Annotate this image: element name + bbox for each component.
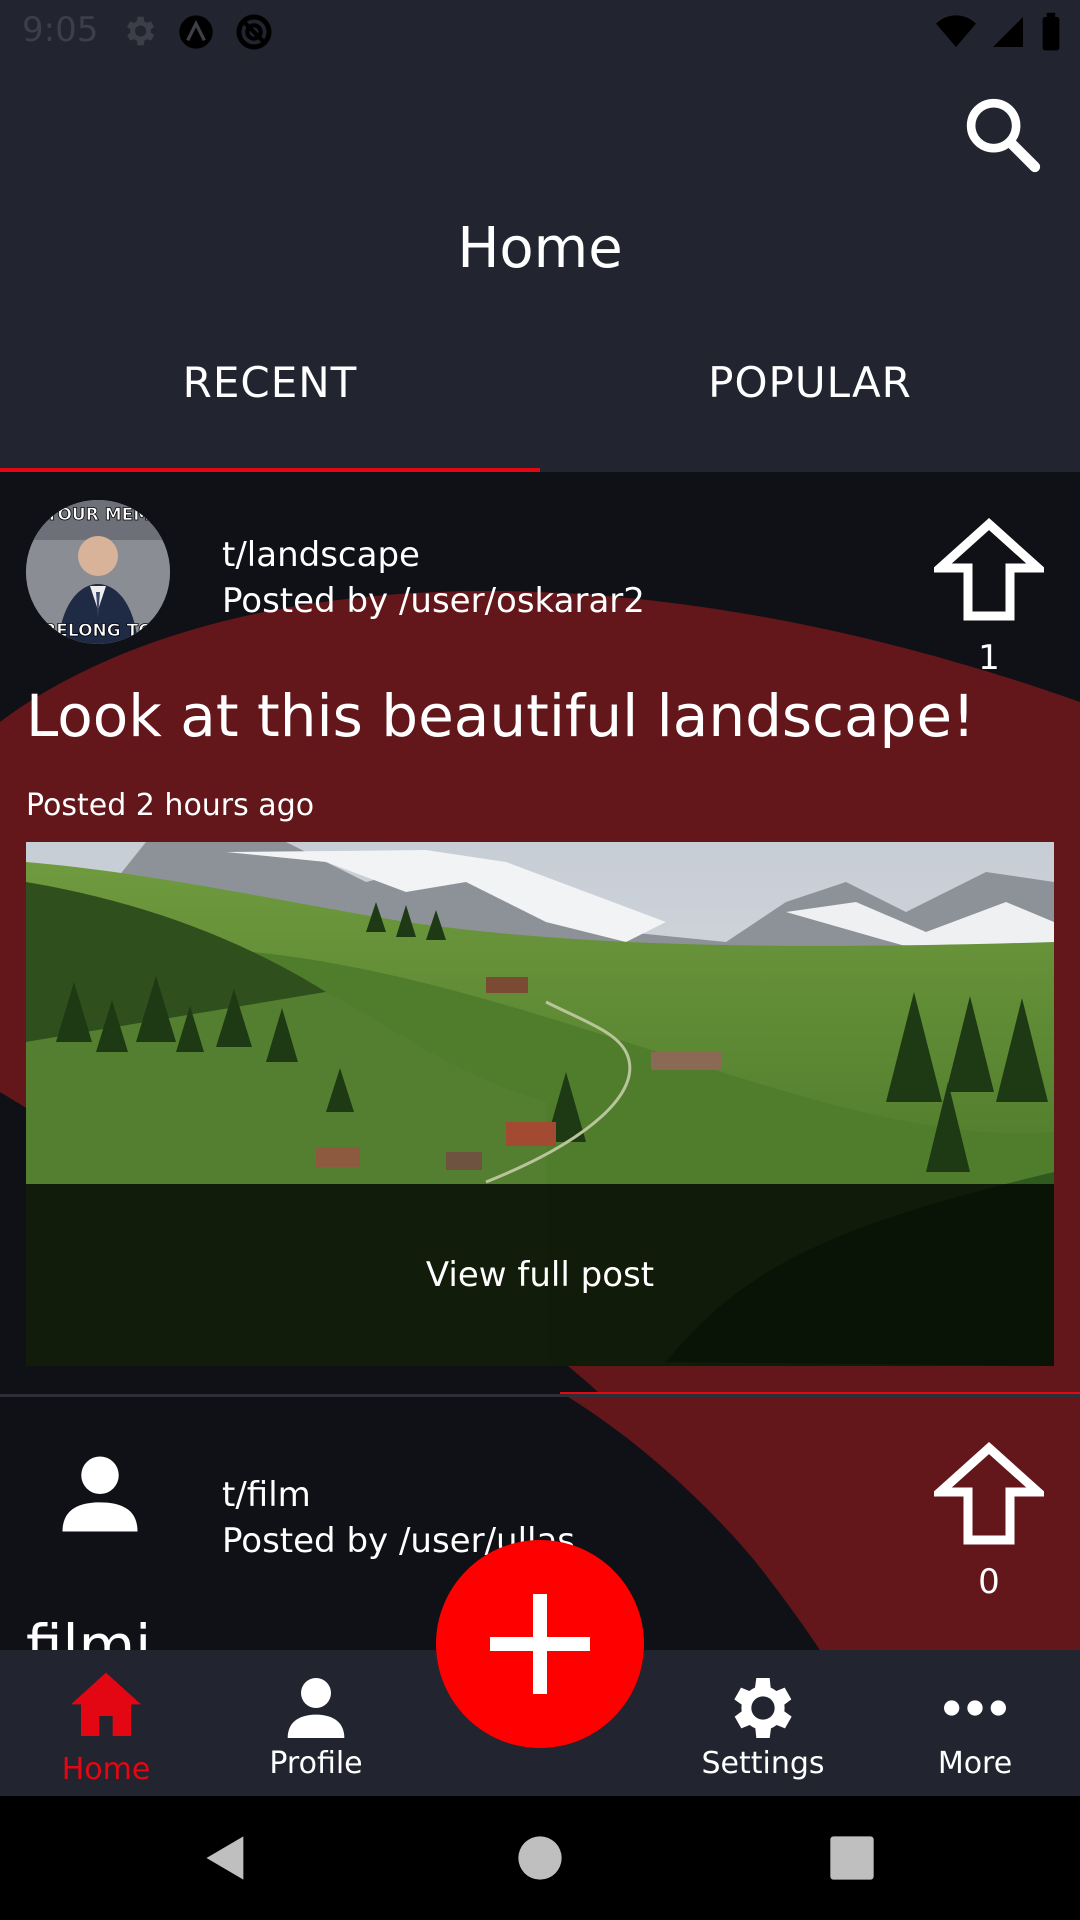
upvote-arrow-icon [928, 1441, 1050, 1545]
post-author[interactable]: Posted by /user/oskarar2 [222, 578, 645, 624]
nav-item-settings[interactable]: Settings [663, 1650, 863, 1796]
vote-count: 0 [978, 1562, 1000, 1602]
status-time: 9:05 [22, 10, 99, 50]
app-bar: Home [0, 64, 1080, 296]
post-timestamp: Posted 2 hours ago [26, 788, 315, 823]
home-icon [71, 1672, 141, 1736]
nav-item-home[interactable]: Home [6, 1650, 206, 1796]
more-icon [944, 1700, 1006, 1716]
settings-status-icon [126, 16, 155, 46]
avatar[interactable]: YOUR MEM BELONG TO [26, 500, 170, 644]
home-button-icon[interactable] [514, 1832, 566, 1884]
app-status-icon [179, 15, 213, 49]
upvote-button[interactable] [928, 1440, 1050, 1550]
view-full-post-button[interactable]: View full post [26, 1184, 1054, 1366]
system-navigation-bar [0, 1796, 1080, 1920]
status-notification-icons [120, 12, 274, 52]
nav-item-profile[interactable]: Profile [216, 1650, 416, 1796]
sync-status-icon [236, 14, 272, 50]
tab-popular[interactable]: POPULAR [540, 296, 1080, 468]
community-link[interactable]: t/film [222, 1472, 575, 1518]
nav-label-settings: Settings [701, 1746, 825, 1781]
post-title[interactable]: Look at this beautiful landscape! [26, 682, 975, 750]
wifi-icon [936, 15, 976, 47]
nav-label-profile: Profile [269, 1746, 363, 1781]
status-bar: 9:05 [0, 0, 1080, 64]
post-separator [0, 1394, 1080, 1397]
page-title: Home [457, 216, 623, 281]
feed-tabs: RECENT POPULAR [0, 296, 1080, 472]
back-icon[interactable] [200, 1832, 252, 1884]
avatar-image: YOUR MEM BELONG TO [26, 500, 170, 644]
nav-item-more[interactable]: More [875, 1650, 1075, 1796]
recents-icon[interactable] [826, 1832, 878, 1884]
upvote-button[interactable] [928, 516, 1050, 626]
user-avatar-placeholder[interactable] [50, 1444, 150, 1544]
post-title[interactable]: filmi [26, 1612, 151, 1650]
create-post-button[interactable] [436, 1540, 644, 1748]
post-header: t/landscape Posted by /user/oskarar2 [222, 532, 645, 624]
person-icon [287, 1678, 345, 1738]
status-system-icons [936, 12, 1062, 52]
signal-icon [993, 17, 1023, 47]
search-button[interactable] [958, 90, 1048, 180]
upvote-arrow-icon [928, 517, 1050, 621]
battery-icon [1042, 12, 1060, 51]
nav-label-more: More [937, 1746, 1013, 1781]
vote-count: 1 [978, 638, 1000, 678]
community-link[interactable]: t/landscape [222, 532, 645, 578]
tab-recent[interactable]: RECENT [0, 296, 540, 468]
gear-icon [734, 1678, 792, 1738]
post-feed[interactable]: YOUR MEM BELONG TO t/landscape Posted by… [0, 472, 1080, 1650]
nav-label-home: Home [61, 1752, 151, 1787]
plus-icon [490, 1594, 590, 1694]
search-icon [966, 98, 1041, 173]
person-icon [62, 1456, 138, 1532]
